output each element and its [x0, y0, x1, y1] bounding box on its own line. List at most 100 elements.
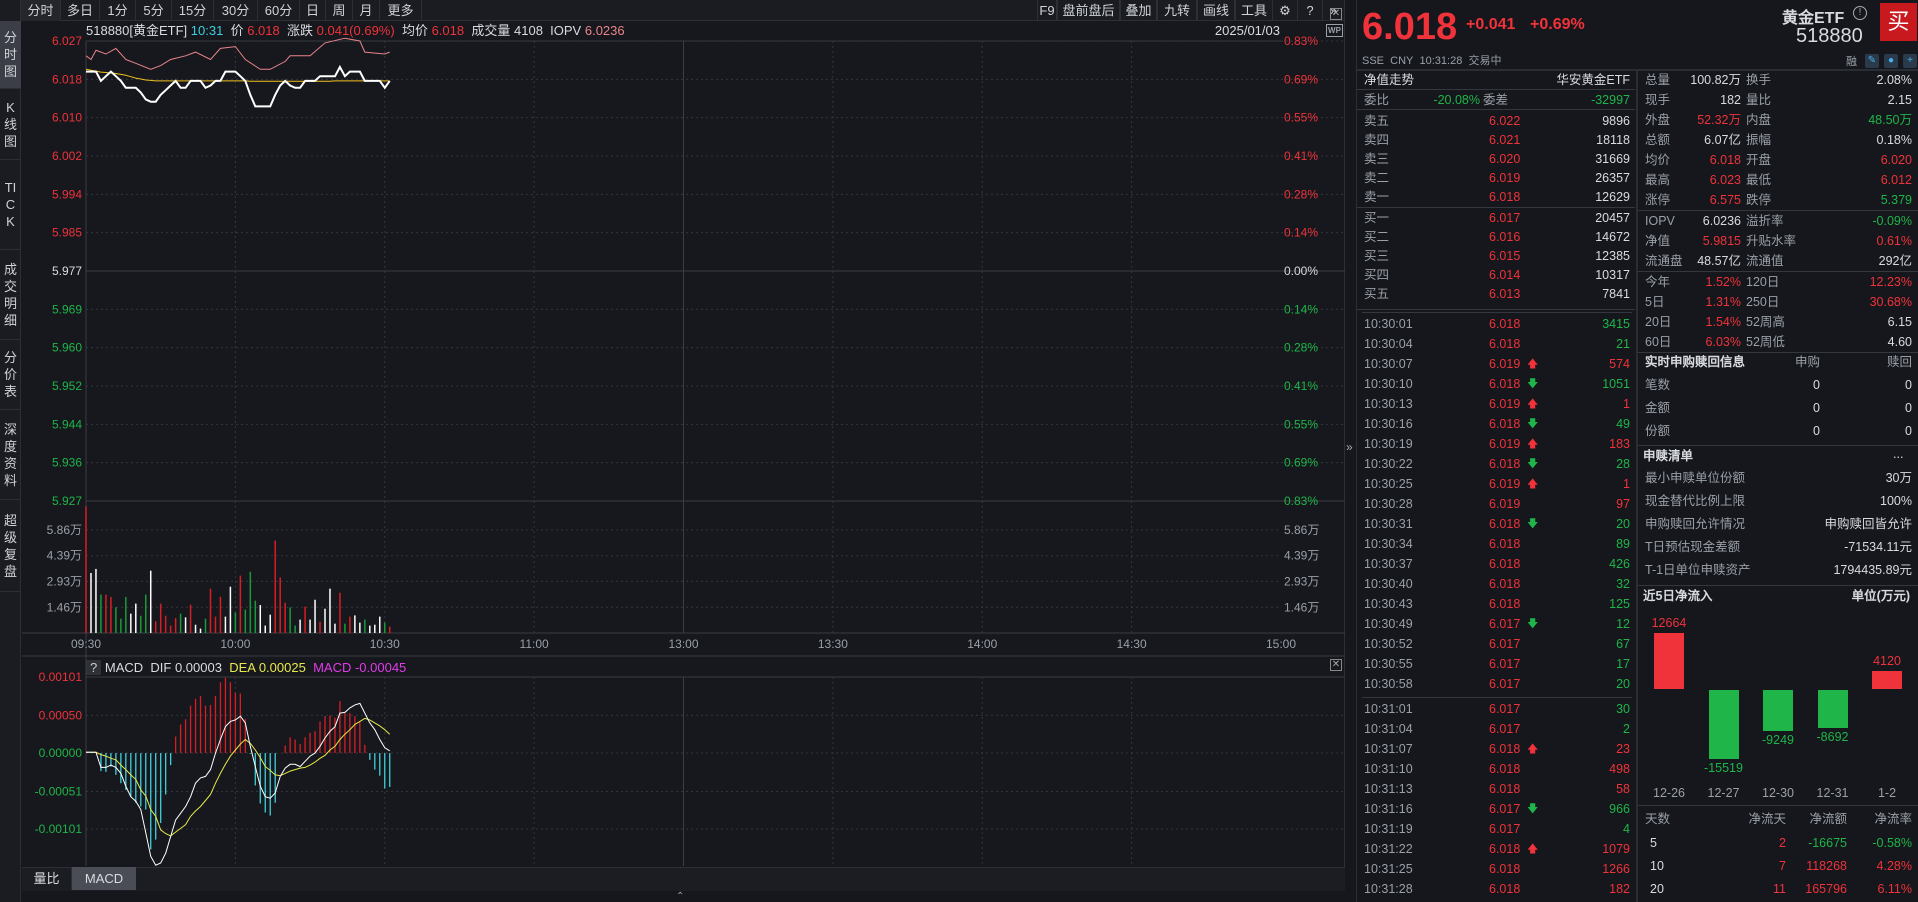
expand-bottom-icon[interactable]: ⌃: [676, 891, 684, 902]
stat-value: 0.18%: [1876, 133, 1912, 147]
period-tab-6[interactable]: 60分: [258, 0, 300, 21]
arrow-up-icon: 🡅: [1527, 843, 1539, 855]
stat-value: 6.020: [1880, 153, 1912, 167]
ask-price[interactable]: 6.019: [1489, 169, 1520, 187]
tick-price: 6.018: [1489, 882, 1521, 896]
add-icon[interactable]: +: [1903, 54, 1917, 68]
expand-right-button[interactable]: »: [1346, 440, 1356, 454]
ask-price[interactable]: 6.018: [1489, 188, 1520, 206]
trading-status: 交易中: [1468, 55, 1502, 67]
edit-icon[interactable]: ✎: [1865, 54, 1879, 68]
bid-level-label: 买三: [1364, 249, 1390, 263]
period-tab-9[interactable]: 月: [353, 0, 380, 21]
bid-price[interactable]: 6.016: [1489, 228, 1520, 246]
tick-time: 10:31:19: [1364, 822, 1413, 836]
sidebar-item-2[interactable]: TICK: [0, 160, 21, 250]
tick-price: 6.018: [1489, 862, 1521, 876]
sidebar-item-1[interactable]: K线图: [0, 89, 21, 160]
tick-price: 6.019: [1489, 477, 1521, 491]
tab-volume-ratio[interactable]: 量比: [22, 867, 72, 890]
redemption-row-value: 申购赎回皆允许: [1824, 517, 1912, 531]
tool-button-1[interactable]: 盘前盘后: [1057, 0, 1120, 21]
tick-price: 6.017: [1489, 617, 1521, 631]
ask-volume: 31669: [1595, 152, 1630, 166]
period-tab-2[interactable]: 1分: [100, 0, 136, 21]
period-tab-5[interactable]: 30分: [214, 0, 258, 21]
tick-volume: 498: [1609, 762, 1630, 776]
netflow-days: 20: [1650, 882, 1664, 896]
tick-volume: 2: [1623, 722, 1630, 736]
stat-value: 100.82万: [1690, 73, 1741, 87]
close-chart-icon[interactable]: ✕: [1330, 8, 1342, 20]
tick-volume: 97: [1616, 497, 1630, 511]
stat-value: 4.60: [1887, 335, 1912, 349]
period-tab-4[interactable]: 15分: [172, 0, 214, 21]
tick-price: 6.018: [1489, 417, 1521, 431]
bid-level-label: 买四: [1364, 268, 1390, 282]
stat-label: 120日: [1746, 275, 1780, 289]
period-tab-10[interactable]: 更多: [380, 0, 422, 21]
sidebar-item-0[interactable]: 分时图: [0, 21, 21, 89]
buy-button[interactable]: 买: [1880, 3, 1917, 41]
netflow-amount: 165796: [1805, 882, 1847, 896]
sidebar-item-3[interactable]: 成交明细: [0, 250, 21, 340]
subscription-col-buy: 申购: [1794, 355, 1820, 369]
tick-volume: 183: [1609, 437, 1630, 451]
macd-help-icon[interactable]: ?: [86, 660, 102, 675]
tick-price: 6.018: [1489, 557, 1521, 571]
info-icon[interactable]: !: [1853, 6, 1867, 20]
tool-button-2[interactable]: 叠加: [1120, 0, 1157, 21]
period-tab-0[interactable]: 分时: [21, 0, 61, 21]
tick-time: 10:30:01: [1364, 317, 1413, 331]
bid-price[interactable]: 6.015: [1489, 247, 1520, 265]
nav-trend-label[interactable]: 净值走势: [1364, 71, 1414, 89]
tool-button-3[interactable]: 九转: [1157, 0, 1197, 21]
divider: [1357, 109, 1635, 110]
divider: [1357, 207, 1635, 208]
ask-price[interactable]: 6.021: [1489, 131, 1520, 149]
tab-macd[interactable]: MACD: [72, 867, 136, 890]
stat-value: 6.0236: [1702, 214, 1741, 228]
tick-time: 10:31:16: [1364, 802, 1413, 816]
bid-price[interactable]: 6.013: [1489, 285, 1520, 303]
settings-gear-icon[interactable]: ⚙: [1273, 0, 1298, 21]
tick-volume: 1: [1623, 397, 1630, 411]
close-panel-icon[interactable]: ✕: [1330, 659, 1342, 671]
period-tab-3[interactable]: 5分: [136, 0, 172, 21]
help-icon[interactable]: ?: [1298, 0, 1323, 21]
netflow-table-header: 净流率: [1874, 812, 1912, 826]
netflow-date-label: 1-2: [1877, 786, 1897, 800]
tool-button-4[interactable]: 画线: [1197, 0, 1235, 21]
bid-price[interactable]: 6.014: [1489, 266, 1520, 284]
subscription-redeem-value: 0: [1905, 424, 1912, 438]
tick-time: 10:30:55: [1364, 657, 1413, 671]
arrow-down-icon: 🡇: [1527, 618, 1539, 630]
sidebar-item-5[interactable]: 深度资料: [0, 410, 21, 500]
sidebar-item-6[interactable]: 超级复盘: [0, 500, 21, 592]
bid-level-label: 买一: [1364, 211, 1390, 225]
arrow-down-icon: 🡇: [1527, 378, 1539, 390]
bell-icon[interactable]: ●: [1884, 54, 1898, 68]
sidebar-item-4[interactable]: 分价表: [0, 340, 21, 410]
period-tab-8[interactable]: 周: [326, 0, 353, 21]
arrow-down-icon: 🡇: [1527, 518, 1539, 530]
redemption-more-button[interactable]: ...: [1893, 445, 1903, 463]
tick-time: 10:31:22: [1364, 842, 1413, 856]
bid-price[interactable]: 6.017: [1489, 209, 1520, 227]
quote-time: 10:31:28: [1419, 55, 1463, 67]
period-tab-7[interactable]: 日: [300, 0, 326, 21]
bottom-tab-bar: [22, 867, 1345, 891]
tool-button-0[interactable]: F9: [1037, 0, 1057, 21]
margin-icon[interactable]: 融: [1846, 53, 1857, 69]
chart-panel: [22, 21, 1345, 891]
ask-price[interactable]: 6.020: [1489, 150, 1520, 168]
stat-label: 换手: [1746, 73, 1772, 87]
period-tab-1[interactable]: 多日: [61, 0, 100, 21]
info-line: 518880[黄金ETF] 10:31 价 6.018 涨跌 0.041(0.6…: [86, 22, 625, 39]
wp-icon[interactable]: WP: [1326, 24, 1343, 37]
netflow-rate: 4.28%: [1876, 859, 1912, 873]
tick-time: 10:30:10: [1364, 377, 1413, 391]
tool-button-5[interactable]: 工具: [1235, 0, 1273, 21]
iopv-value: 6.0236: [584, 23, 625, 38]
ask-price[interactable]: 6.022: [1489, 112, 1520, 130]
